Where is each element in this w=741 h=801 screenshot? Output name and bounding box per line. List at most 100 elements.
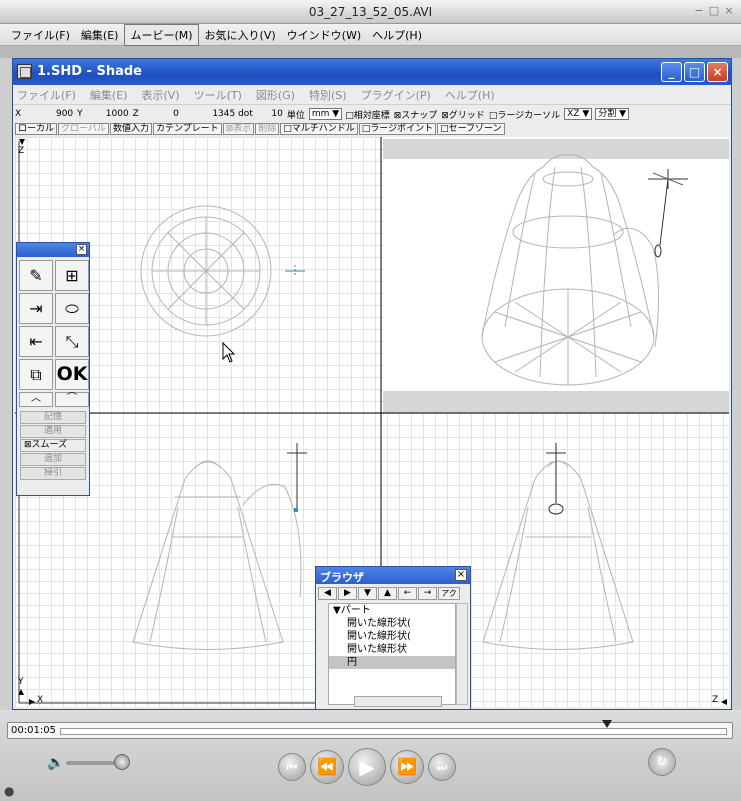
view-mode-value: XZ [567,109,580,119]
hierarchy-tool-button[interactable]: ⊞ [55,260,89,291]
split-value: 分割 [598,109,617,119]
mode-show[interactable]: ⊠表示 [222,123,255,135]
active-button[interactable]: アクティブ [438,586,460,600]
copy-tool-button[interactable]: ⧉ [19,359,53,390]
mode-global[interactable]: グローバル [58,123,109,135]
close-icon[interactable]: × [707,62,728,82]
tree-item[interactable]: 開いた線形状( [329,630,455,643]
browser-title: ブラウザ [320,571,364,584]
y-value[interactable]: 1000 [87,109,129,119]
large-cursor-checkbox[interactable]: □ラージカーソル [489,108,560,121]
cylinder-tool-button[interactable]: ⬭ [55,293,89,324]
skip-forward-icon[interactable]: ⏭ [428,753,456,781]
timeline-track[interactable] [60,728,727,735]
unit-select-value: mm [311,109,330,119]
safe-zone-checkbox[interactable]: □セーフゾーン [437,123,505,135]
down-icon[interactable]: ▼ [358,586,377,600]
browser-panel: ブラウザ × ◀ ▶ ▼ ▲ ← → アクティブ ▼パート 開いた線形状( 開い… [315,566,471,710]
close-icon[interactable]: × [455,569,467,581]
relative-coords-checkbox[interactable]: □相対座標 [345,108,390,121]
flat-tool-button[interactable]: ︿ [19,392,53,407]
tool-palette-title-bar[interactable]: × [17,243,89,257]
next-icon[interactable]: ▶ [338,586,357,600]
minimize-icon[interactable]: − [693,5,705,17]
player-menu-favorites[interactable]: お気に入り(V) [200,25,281,45]
dot-value: 1345 dot [212,109,253,119]
rewind-icon[interactable]: ⏪ [310,750,344,784]
timeline[interactable]: 00:01:05 [7,720,733,739]
minimize-icon[interactable]: _ [661,62,682,82]
tree-item[interactable]: 開いた線形状( [329,617,455,630]
maximize-icon[interactable]: □ [684,62,705,82]
browser-horizontal-scrollbar[interactable] [354,696,442,707]
browser-title-bar[interactable]: ブラウザ × [316,567,470,584]
z-label: Z [132,109,139,119]
up-icon[interactable]: ▲ [378,586,397,600]
close-icon[interactable]: × [76,244,87,255]
shade-menu-shape[interactable]: 図形(G) [256,87,295,103]
ok-button[interactable]: OK [55,359,89,390]
maximize-icon[interactable]: □ [708,5,720,17]
line-tool-button[interactable]: ⤡ [55,326,89,357]
shade-menu-view[interactable]: 表示(V) [141,87,179,103]
browser-toolbar: ◀ ▶ ▼ ▲ ← → アクティブ [318,586,468,600]
grid-checkbox[interactable]: ⊠グリッド [441,108,485,121]
view-mode-select[interactable]: XZ ▼ [564,108,593,120]
loop-icon[interactable]: ↻ [648,748,676,776]
playhead-icon[interactable] [601,720,612,728]
shade-app-icon[interactable] [17,64,32,79]
tree-item-part[interactable]: ▼パート [329,604,455,617]
player-menu-file[interactable]: ファイル(F) [6,25,75,45]
shade-menu-plugin[interactable]: プラグイン(P) [361,87,431,103]
mode-bar: ローカル グローバル 数値入力 カテンプレート ⊠表示 削除 □マルチハンドル … [13,122,731,136]
x-value[interactable]: 900 [25,109,73,119]
mode-numeric-input[interactable]: 数値入力 [109,123,152,135]
prev-icon[interactable]: ◀ [318,586,337,600]
play-icon[interactable]: ▶ [348,748,386,786]
smooth-checkbox[interactable]: ⊠スムーズ [20,439,86,452]
left-arrow-icon[interactable]: ← [398,586,417,600]
mode-local[interactable]: ローカル [15,123,58,135]
shade-menu-special[interactable]: 特別(S) [309,87,347,103]
right-arrow-icon[interactable]: → [418,586,437,600]
browser-vertical-scrollbar[interactable] [456,603,468,705]
z-value[interactable]: 0 [143,109,179,119]
player-menu-window[interactable]: ウインドウ(W) [282,25,366,45]
tree-item-circle[interactable]: 円 [329,656,455,669]
split-select[interactable]: 分割 ▼ [595,108,630,120]
shade-menu-bar: ファイル(F) 編集(E) 表示(V) ツール(T) 図形(G) 特別(S) プ… [13,85,731,105]
mode-delete[interactable]: 削除 [255,123,280,135]
multi-handle-checkbox[interactable]: □マルチハンドル [280,123,358,135]
player-menu-help[interactable]: ヘルプ(H) [367,25,427,45]
scale-tool-button[interactable]: ⇤ [19,326,53,357]
coordinate-bar: X 900 Y 1000 Z 0 1345 dot 10 単位 mm ▼ □相対… [13,107,731,121]
mode-template[interactable]: カテンプレート [152,123,222,135]
shade-title-bar[interactable]: 1.SHD - Shade _ □ × [13,59,731,85]
move-tool-button[interactable]: ⇥ [19,293,53,324]
unit-select[interactable]: mm ▼ [308,108,343,120]
tool-palette: × ✎ ⊞ ⇥ ⬭ ⇤ ⤡ ⧉ OK ︿ ⌒ 記憶 適用 ⊠スムーズ 追加 掃引 [16,242,90,496]
shade-menu-help[interactable]: ヘルプ(H) [445,87,495,103]
memorize-button[interactable]: 記憶 [20,411,86,424]
volume-knob[interactable] [114,754,130,770]
shade-menu-tool[interactable]: ツール(T) [194,87,242,103]
add-button[interactable]: 追加 [20,453,86,466]
unit-number[interactable]: 10 [257,109,282,119]
player-controls: 00:01:05 🔈 ⏮ ⏪ ▶ ⏩ ⏭ ↻ ● [0,710,741,801]
snap-checkbox[interactable]: ⊠スナップ [394,108,438,121]
player-menu-edit[interactable]: 編集(E) [76,25,124,45]
shade-menu-edit[interactable]: 編集(E) [90,87,128,103]
volume-icon[interactable]: 🔈 [47,755,64,771]
pen-tool-button[interactable]: ✎ [19,260,53,291]
large-point-checkbox[interactable]: □ラージポイント [358,123,437,135]
fast-forward-icon[interactable]: ⏩ [390,750,424,784]
apply-button[interactable]: 適用 [20,425,86,438]
shade-window-controls: _ □ × [661,62,728,82]
close-icon[interactable]: × [723,5,735,17]
tree-item[interactable]: 開いた線形状 [329,643,455,656]
sweep-button[interactable]: 掃引 [20,467,86,480]
shade-menu-file[interactable]: ファイル(F) [17,87,76,103]
player-menu-movie[interactable]: ムービー(M) [124,23,199,46]
skip-back-icon[interactable]: ⏮ [278,753,306,781]
curve-tool-button[interactable]: ⌒ [55,392,89,407]
